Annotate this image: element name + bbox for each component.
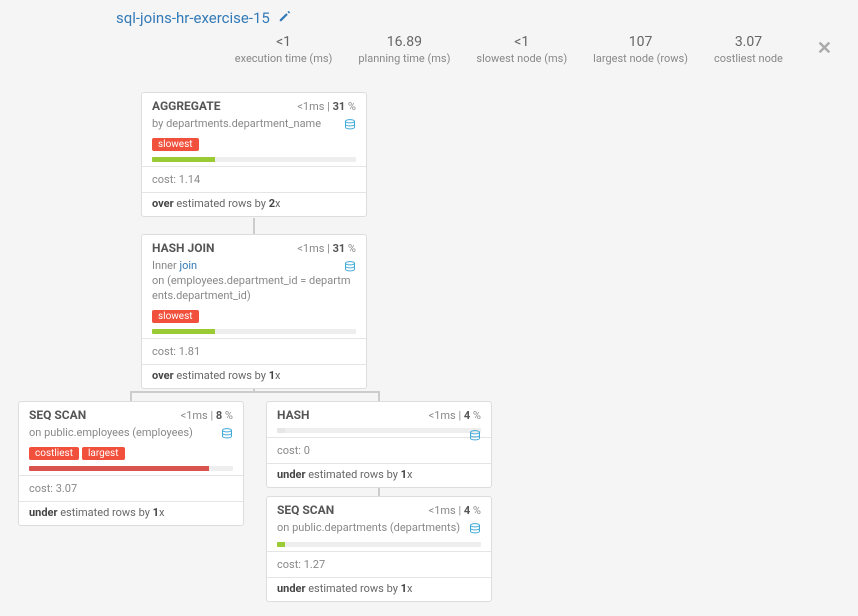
node-aggregate[interactable]: AGGREGATE <1ms | 31 % by departments.dep…: [141, 92, 367, 217]
edit-icon[interactable]: [278, 8, 292, 27]
node-seq-scan-employees[interactable]: SEQ SCAN <1ms | 8 % on public.employees …: [18, 401, 244, 526]
cost: cost: 1.27: [277, 556, 481, 573]
stat-cost-val: 3.07: [714, 34, 783, 50]
node-desc: on public.departments (departments): [277, 521, 481, 536]
progress-bar: [29, 466, 233, 471]
database-icon[interactable]: [469, 523, 481, 538]
progress-bar: [152, 157, 356, 162]
node-desc: by departments.department_name: [152, 117, 356, 132]
stat-slow-lbl: slowest node (ms): [476, 52, 567, 65]
node-desc2: on (employees.department_id = department…: [152, 274, 356, 304]
connector: [130, 391, 132, 401]
node-type: AGGREGATE: [152, 99, 220, 113]
stat-slow-val: <1: [476, 34, 567, 50]
cost: cost: 1.81: [152, 343, 356, 360]
node-type: SEQ SCAN: [277, 503, 334, 517]
node-type: HASH: [277, 408, 310, 422]
estimate: over estimated rows by 2x: [152, 197, 356, 210]
node-meta: <1ms | 31 %: [297, 242, 356, 255]
estimate: under estimated rows by 1x: [277, 582, 481, 595]
tag-largest: largest: [82, 447, 125, 460]
database-icon[interactable]: [221, 428, 233, 443]
database-icon[interactable]: [344, 119, 356, 134]
database-icon[interactable]: [469, 430, 481, 445]
connector: [378, 391, 380, 401]
stat-large-lbl: largest node (rows): [593, 52, 688, 65]
stat-exec-lbl: execution time (ms): [235, 52, 333, 65]
node-seq-scan-departments[interactable]: SEQ SCAN <1ms | 4 % on public.department…: [266, 496, 492, 602]
stat-plan-lbl: planning time (ms): [358, 52, 450, 65]
tag-slowest: slowest: [152, 138, 199, 151]
node-desc: on public.employees (employees): [29, 426, 233, 441]
close-icon[interactable]: ✕: [809, 34, 840, 63]
estimate: over estimated rows by 1x: [152, 369, 356, 382]
node-desc: Inner join: [152, 259, 356, 274]
node-hash-join[interactable]: HASH JOIN <1ms | 31 % Inner join on (emp…: [141, 234, 367, 389]
cost: cost: 1.14: [152, 171, 356, 188]
progress-bar: [277, 542, 481, 547]
cost: cost: 3.07: [29, 480, 233, 497]
estimate: under estimated rows by 1x: [277, 468, 481, 481]
node-meta: <1ms | 4 %: [429, 504, 481, 517]
progress-bar: [277, 428, 481, 433]
database-icon[interactable]: [344, 261, 356, 276]
tag-slowest: slowest: [152, 310, 199, 323]
stat-plan-val: 16.89: [358, 34, 450, 50]
node-meta: <1ms | 8 %: [181, 409, 233, 422]
stats-bar: <1 execution time (ms) 16.89 planning time…: [235, 34, 840, 65]
tag-costliest: costliest: [29, 447, 79, 460]
node-hash[interactable]: HASH <1ms | 4 % cost: 0 under estimated …: [266, 401, 492, 488]
cost: cost: 0: [277, 442, 481, 459]
progress-bar: [152, 329, 356, 334]
node-meta: <1ms | 4 %: [429, 409, 481, 422]
node-meta: <1ms | 31 %: [297, 100, 356, 113]
node-type: HASH JOIN: [152, 241, 214, 255]
node-type: SEQ SCAN: [29, 408, 86, 422]
page-title: sql-joins-hr-exercise-15: [116, 9, 270, 27]
stat-exec-val: <1: [235, 34, 333, 50]
estimate: under estimated rows by 1x: [29, 506, 233, 519]
connector: [253, 218, 255, 234]
stat-large-val: 107: [593, 34, 688, 50]
connector: [130, 391, 380, 393]
stat-cost-lbl: costliest node: [714, 52, 783, 65]
